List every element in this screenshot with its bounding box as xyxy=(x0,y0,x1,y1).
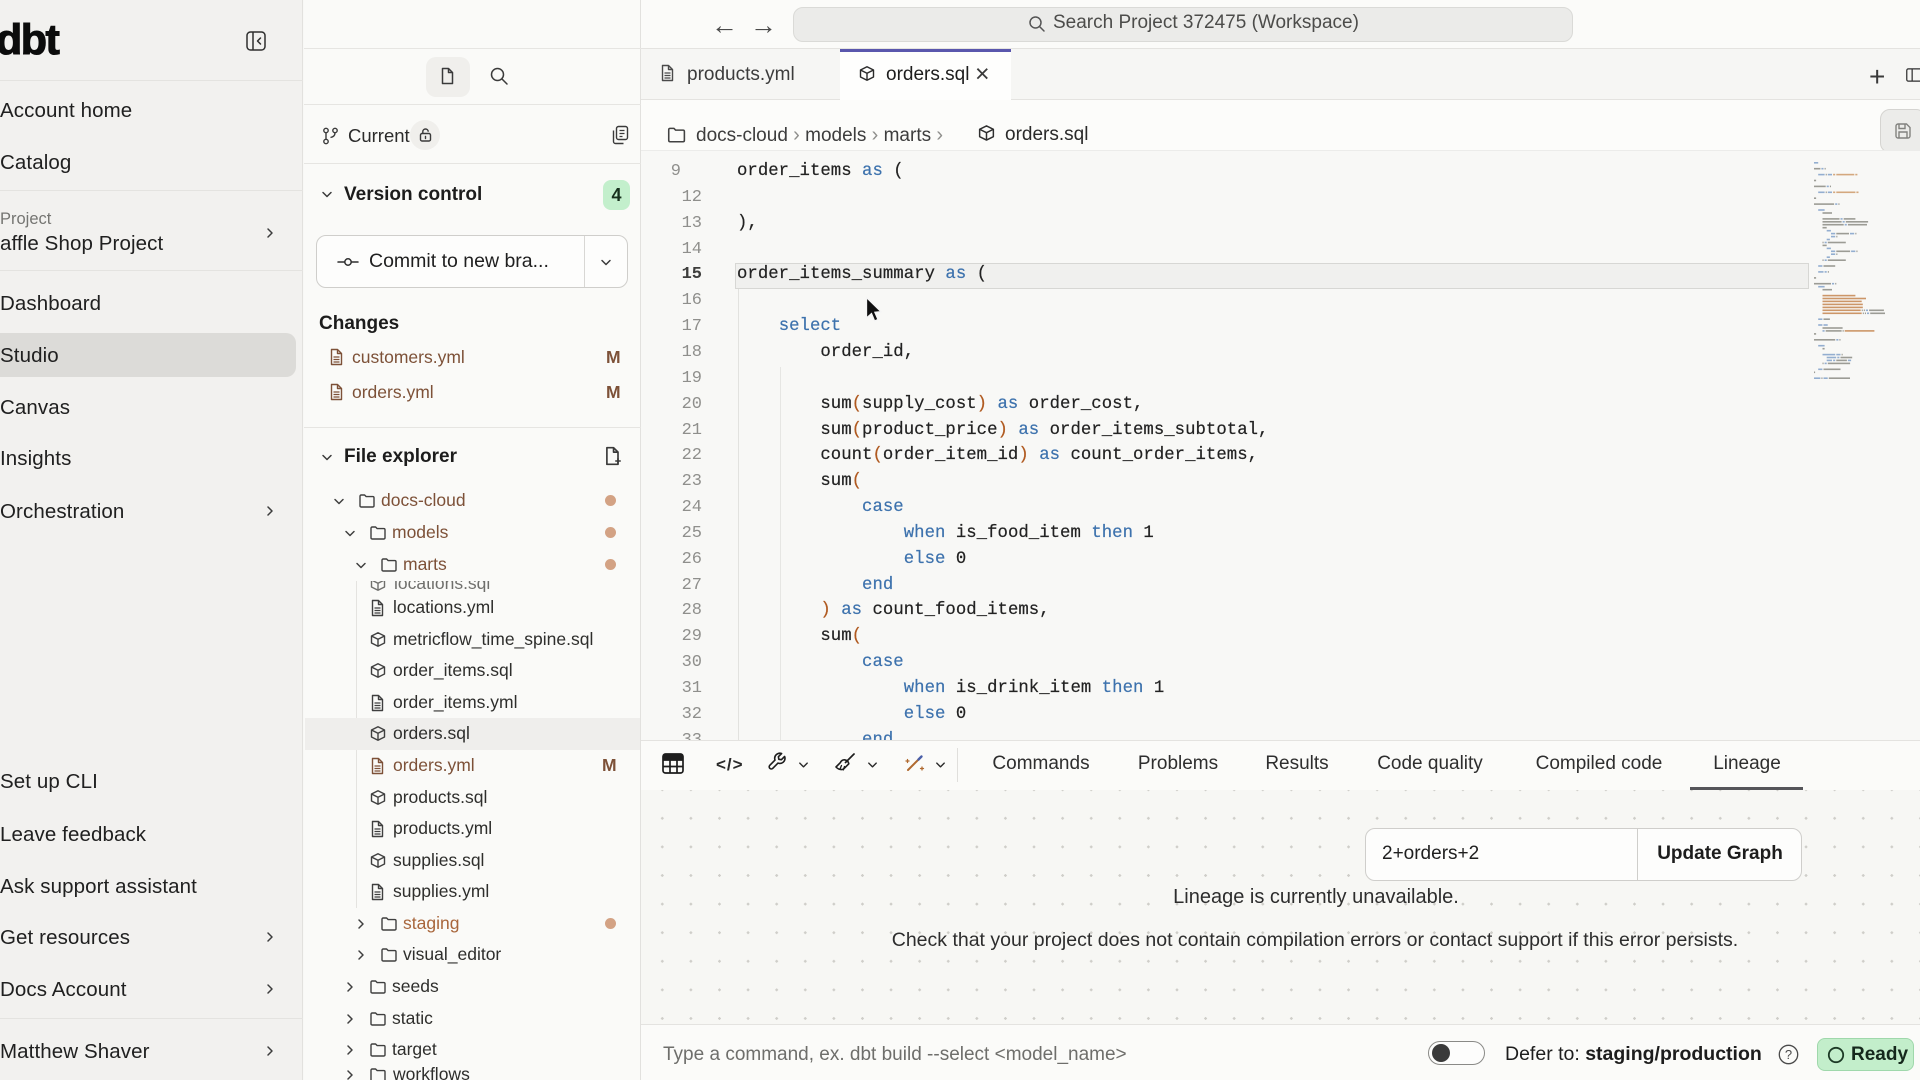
svg-text:?: ? xyxy=(1785,1047,1792,1062)
